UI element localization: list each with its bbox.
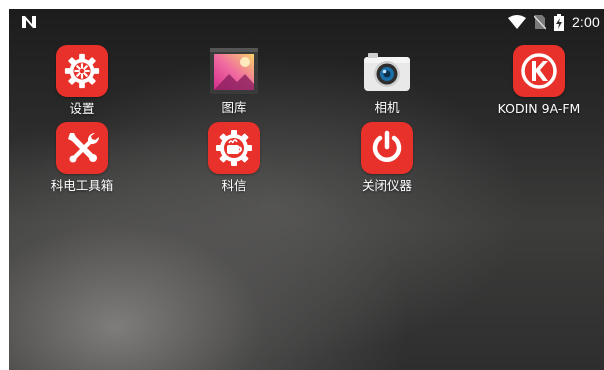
app-toolbox[interactable]: 科电工具箱	[32, 121, 132, 194]
app-kodin[interactable]: KODIN 9A-FM	[489, 44, 589, 117]
gallery-icon	[207, 44, 261, 98]
app-gallery[interactable]: 图库	[184, 44, 284, 116]
tools-icon	[56, 122, 108, 174]
app-label: 关闭仪器	[361, 178, 412, 193]
app-camera[interactable]: 相机	[337, 44, 437, 116]
app-label: 图库	[221, 100, 247, 115]
kodin-logo-icon	[513, 45, 565, 97]
gear-icon	[56, 45, 108, 97]
app-shutdown[interactable]: 关闭仪器	[337, 121, 437, 194]
wifi-icon	[507, 15, 526, 29]
clock: 2:00	[571, 14, 600, 30]
status-icons: 2:00	[507, 13, 600, 31]
app-kexin[interactable]: 科信	[184, 121, 284, 194]
power-icon	[361, 122, 413, 174]
app-label: KODIN 9A-FM	[497, 101, 581, 116]
no-sim-icon	[533, 15, 546, 30]
battery-charging-icon	[553, 13, 564, 31]
app-label: 科电工具箱	[50, 178, 114, 193]
status-bar: 2:00	[9, 9, 604, 35]
app-label: 设置	[69, 101, 95, 116]
kexin-icon	[208, 122, 260, 174]
notification-n-icon	[22, 16, 36, 28]
app-label: 相机	[374, 100, 400, 115]
app-settings[interactable]: 设置	[32, 44, 132, 117]
camera-icon	[360, 44, 414, 98]
app-label: 科信	[221, 178, 247, 193]
home-screen: 2:00 设置 图库 相机 KODIN 9A-FM 科电工具箱 科信 关闭仪器	[9, 9, 604, 370]
